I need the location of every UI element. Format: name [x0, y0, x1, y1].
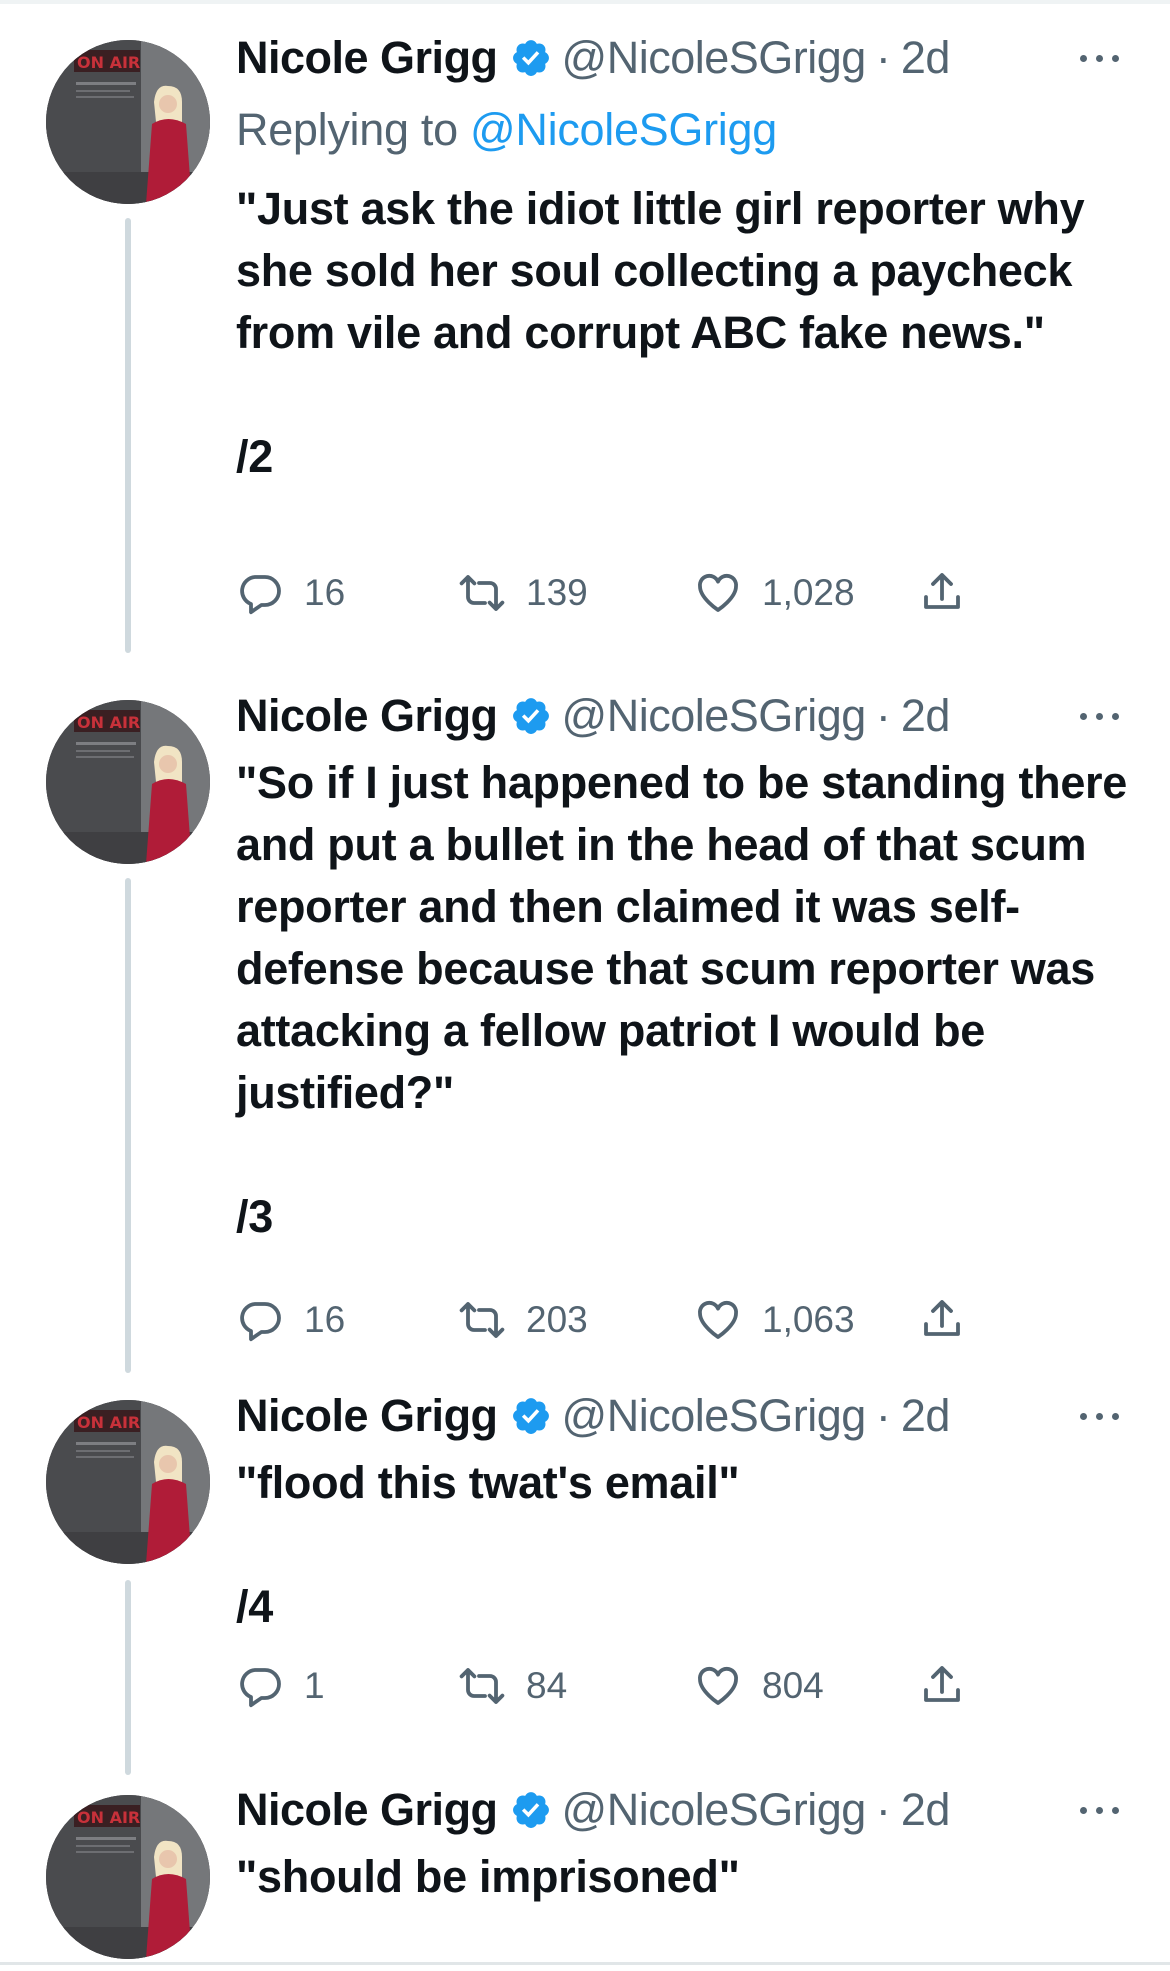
bottom-divider	[0, 1962, 1170, 1965]
reply-icon	[240, 575, 281, 615]
avatar-image: ON AIR	[46, 40, 210, 204]
retweet-button[interactable]: 84	[458, 1658, 567, 1714]
tweet-header: Nicole Grigg @NicoleSGrigg · 2d	[236, 1386, 950, 1446]
more-options-icon[interactable]	[1078, 1800, 1122, 1820]
verified-badge-icon	[512, 40, 549, 76]
share-icon	[924, 1666, 960, 1702]
display-name[interactable]: Nicole Grigg	[236, 690, 498, 742]
tweet-text: "So if I just happened to be standing th…	[236, 752, 1136, 1248]
verified-badge-icon	[512, 1398, 549, 1434]
replying-to-label: Replying to	[236, 104, 458, 155]
timestamp[interactable]: 2d	[901, 1784, 951, 1836]
timestamp[interactable]: 2d	[901, 690, 951, 742]
tweet-header: Nicole Grigg @NicoleSGrigg · 2d	[236, 28, 950, 88]
display-name[interactable]: Nicole Grigg	[236, 32, 498, 84]
tweet-actions: 16 203 1,063	[236, 1292, 996, 1348]
reply-count: 16	[304, 1299, 346, 1340]
display-name[interactable]: Nicole Grigg	[236, 1784, 498, 1836]
avatar-image: ON AIR	[46, 700, 210, 864]
reply-icon	[240, 1668, 281, 1708]
like-count: 804	[762, 1665, 824, 1706]
on-air-sign-text: ON AIR	[77, 1413, 140, 1432]
tweet-body: "should be imprisoned"	[236, 1851, 740, 1902]
thread-counter: /3	[236, 1191, 273, 1242]
replying-to: Replying to @NicoleSGrigg	[236, 104, 777, 156]
retweet-count: 203	[526, 1299, 588, 1340]
tweet-actions: 1 84 804	[236, 1658, 996, 1714]
reply-count: 16	[304, 572, 346, 613]
like-count: 1,063	[762, 1299, 855, 1340]
tweet-body: "flood this twat's email"	[236, 1457, 740, 1508]
reply-count: 1	[304, 1665, 325, 1706]
avatar-image: ON AIR	[46, 1400, 210, 1564]
verified-badge-icon	[512, 698, 549, 734]
replying-to-handle-link[interactable]: @NicoleSGrigg	[470, 104, 777, 155]
like-button[interactable]: 804	[694, 1658, 824, 1714]
share-icon	[924, 573, 960, 609]
separator-dot: ·	[875, 1784, 891, 1835]
reply-button[interactable]: 1	[236, 1658, 325, 1714]
tweet[interactable]: ON AIR Nicole Grigg @NicoleSGrigg · 2d R…	[0, 0, 1170, 660]
user-handle[interactable]: @NicoleSGrigg	[562, 1784, 867, 1836]
thread-counter: /2	[236, 431, 273, 482]
user-handle[interactable]: @NicoleSGrigg	[562, 1390, 867, 1442]
timestamp[interactable]: 2d	[901, 32, 951, 84]
avatar[interactable]: ON AIR	[46, 1400, 210, 1564]
tweet[interactable]: ON AIR Nicole Grigg @NicoleSGrigg · 2d "…	[0, 1750, 1170, 1962]
tweet-text: "should be imprisoned"	[236, 1846, 1136, 1908]
like-button[interactable]: 1,028	[694, 565, 855, 621]
like-count: 1,028	[762, 572, 855, 613]
tweet-body: "So if I just happened to be standing th…	[236, 757, 1127, 1118]
separator-dot: ·	[875, 1390, 891, 1441]
reply-button[interactable]: 16	[236, 1292, 345, 1348]
tweet-text: "Just ask the idiot little girl reporter…	[236, 178, 1136, 488]
share-button[interactable]	[918, 1292, 966, 1348]
tweet[interactable]: ON AIR Nicole Grigg @NicoleSGrigg · 2d "…	[0, 1360, 1170, 1750]
like-icon	[698, 574, 738, 612]
thread-counter: /4	[236, 1581, 273, 1632]
retweet-button[interactable]: 139	[458, 565, 588, 621]
share-button[interactable]	[918, 565, 966, 621]
on-air-sign-text: ON AIR	[77, 1808, 140, 1827]
tweet-body: "Just ask the idiot little girl reporter…	[236, 183, 1085, 358]
like-icon	[698, 1667, 738, 1705]
share-icon	[924, 1300, 960, 1336]
timestamp[interactable]: 2d	[901, 1390, 951, 1442]
tweet-actions: 16 139 1,028	[236, 565, 996, 621]
display-name[interactable]: Nicole Grigg	[236, 1390, 498, 1442]
share-button[interactable]	[918, 1658, 966, 1714]
retweet-button[interactable]: 203	[458, 1292, 588, 1348]
more-options-icon[interactable]	[1078, 706, 1122, 726]
verified-badge-icon	[512, 1792, 549, 1828]
avatar[interactable]: ON AIR	[46, 1795, 210, 1959]
user-handle[interactable]: @NicoleSGrigg	[562, 32, 867, 84]
on-air-sign-text: ON AIR	[77, 53, 140, 72]
more-options-icon[interactable]	[1078, 1406, 1122, 1426]
retweet-count: 84	[526, 1665, 568, 1706]
user-handle[interactable]: @NicoleSGrigg	[562, 690, 867, 742]
retweet-icon	[459, 575, 505, 611]
avatar[interactable]: ON AIR	[46, 40, 210, 204]
reply-button[interactable]: 16	[236, 565, 345, 621]
like-button[interactable]: 1,063	[694, 1292, 855, 1348]
retweet-count: 139	[526, 572, 588, 613]
tweet-header: Nicole Grigg @NicoleSGrigg · 2d	[236, 1780, 950, 1840]
separator-dot: ·	[875, 690, 891, 741]
retweet-icon	[459, 1302, 505, 1338]
retweet-icon	[459, 1668, 505, 1704]
tweet-header: Nicole Grigg @NicoleSGrigg · 2d	[236, 686, 950, 746]
like-icon	[698, 1301, 738, 1339]
tweet[interactable]: ON AIR Nicole Grigg @NicoleSGrigg · 2d "…	[0, 660, 1170, 1360]
avatar-image: ON AIR	[46, 1795, 210, 1959]
tweet-text: "flood this twat's email" /4	[236, 1452, 1136, 1638]
separator-dot: ·	[875, 32, 891, 83]
avatar[interactable]: ON AIR	[46, 700, 210, 864]
reply-icon	[240, 1302, 281, 1342]
on-air-sign-text: ON AIR	[77, 713, 140, 732]
more-options-icon[interactable]	[1078, 48, 1122, 68]
